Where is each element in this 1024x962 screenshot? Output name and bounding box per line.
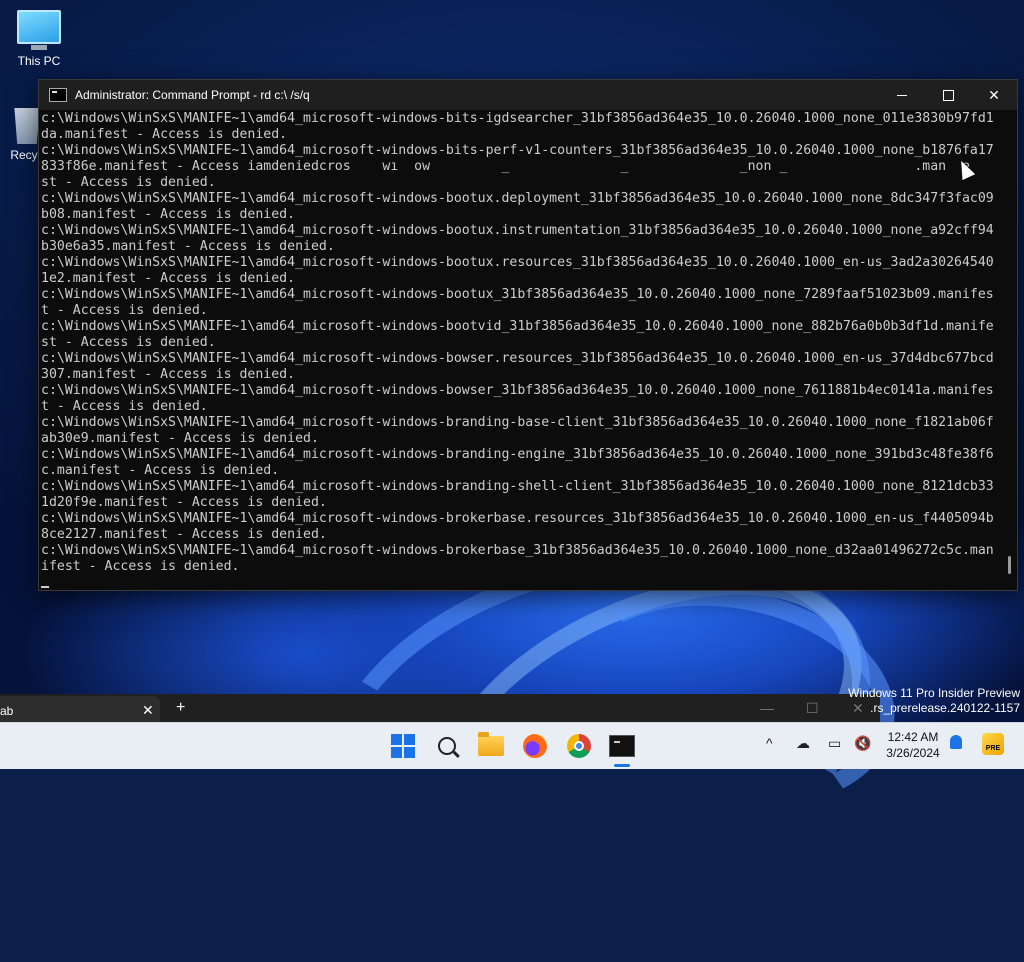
desktop-icon-this-pc[interactable]: This PC xyxy=(4,10,74,68)
console-line: t - Access is denied. xyxy=(41,399,208,414)
console-line: c:\Windows\WinSxS\MANIFE~1\amd64_microso… xyxy=(41,543,994,558)
window-title: Administrator: Command Prompt - rd c:\ /… xyxy=(75,88,310,102)
bg-maximize-button[interactable]: ☐ xyxy=(806,700,819,717)
watermark-line: Windows 11 Pro Insider Preview xyxy=(848,686,1020,700)
new-tab-button[interactable]: + xyxy=(176,699,185,717)
tab-label: ab xyxy=(0,704,14,718)
network-icon[interactable]: ▭ xyxy=(828,735,841,752)
clock-date: 3/26/2024 xyxy=(886,746,940,760)
bg-minimize-button[interactable]: — xyxy=(760,700,774,716)
watermark-line: .rs_prerelease.240122-1157 xyxy=(870,701,1020,715)
console-line: st - Access is denied. xyxy=(41,175,216,190)
chrome-button[interactable] xyxy=(564,731,594,761)
console-line: 833f86e.manifest - Access iamdeniedcros … xyxy=(41,159,970,174)
console-line: c:\Windows\WinSxS\MANIFE~1\amd64_microso… xyxy=(41,191,994,206)
console-line: c:\Windows\WinSxS\MANIFE~1\amd64_microso… xyxy=(41,287,994,302)
console-line: c:\Windows\WinSxS\MANIFE~1\amd64_microso… xyxy=(41,111,994,126)
maximize-button[interactable] xyxy=(925,80,971,110)
tray-overflow-chevron-icon[interactable]: ^ xyxy=(766,735,773,751)
title-bar[interactable]: Administrator: Command Prompt - rd c:\ /… xyxy=(39,80,1017,110)
desktop-icon-label: This PC xyxy=(17,54,61,68)
console-line: c:\Windows\WinSxS\MANIFE~1\amd64_microso… xyxy=(41,351,994,366)
command-prompt-icon xyxy=(609,735,635,757)
console-line: b30e6a35.manifest - Access is denied. xyxy=(41,239,335,254)
console-output[interactable]: c:\Windows\WinSxS\MANIFE~1\amd64_microso… xyxy=(41,111,999,586)
taskbar: ^ ☁ ▭ 🔇 12:42 AM 3/26/2024 PRE xyxy=(0,722,1024,769)
tab-close-icon[interactable]: ✕ xyxy=(142,702,154,719)
close-icon: ✕ xyxy=(988,86,1000,103)
active-app-indicator xyxy=(614,764,630,767)
text-cursor xyxy=(41,586,49,588)
folder-icon xyxy=(478,732,504,756)
console-line: c:\Windows\WinSxS\MANIFE~1\amd64_microso… xyxy=(41,383,994,398)
console-line: c:\Windows\WinSxS\MANIFE~1\amd64_microso… xyxy=(41,223,994,238)
monitor-icon xyxy=(17,10,61,50)
search-icon xyxy=(438,737,456,755)
console-line: c.manifest - Access is denied. xyxy=(41,463,280,478)
notification-bell-icon[interactable] xyxy=(950,735,962,749)
console-line: t - Access is denied. xyxy=(41,303,208,318)
browser-tab[interactable]: ab ✕ xyxy=(0,696,160,724)
console-line: st - Access is denied. xyxy=(41,335,216,350)
minimize-icon xyxy=(897,94,907,96)
console-line: c:\Windows\WinSxS\MANIFE~1\amd64_microso… xyxy=(41,511,994,526)
terminal-taskbar-button[interactable] xyxy=(607,731,637,761)
console-line: 8ce2127.manifest - Access is denied. xyxy=(41,527,327,542)
firefox-button[interactable] xyxy=(520,731,550,761)
console-line: 1e2.manifest - Access is denied. xyxy=(41,271,296,286)
console-line: c:\Windows\WinSxS\MANIFE~1\amd64_microso… xyxy=(41,255,994,270)
console-line: ifest - Access is denied. xyxy=(41,559,240,574)
console-line: c:\Windows\WinSxS\MANIFE~1\amd64_microso… xyxy=(41,447,994,462)
console-line: da.manifest - Access is denied. xyxy=(41,127,288,142)
onedrive-cloud-icon[interactable]: ☁ xyxy=(796,735,810,752)
insider-watermark: Windows 11 Pro Insider Preview .rs_prere… xyxy=(848,686,1020,716)
chrome-icon xyxy=(567,734,591,758)
console-line: 307.manifest - Access is denied. xyxy=(41,367,296,382)
windows-logo-icon xyxy=(391,734,415,758)
console-line: ab30e9.manifest - Access is denied. xyxy=(41,431,319,446)
file-explorer-button[interactable] xyxy=(476,731,506,761)
console-line: c:\Windows\WinSxS\MANIFE~1\amd64_microso… xyxy=(41,143,994,158)
insider-pre-icon[interactable]: PRE xyxy=(982,733,1004,755)
console-line: 1d20f9e.manifest - Access is denied. xyxy=(41,495,327,510)
command-prompt-window[interactable]: Administrator: Command Prompt - rd c:\ /… xyxy=(38,79,1018,591)
search-button[interactable] xyxy=(432,731,462,761)
close-button[interactable]: ✕ xyxy=(971,80,1017,110)
background-window-tabstrip[interactable]: ab ✕ + — ☐ ✕ xyxy=(0,694,880,724)
terminal-icon xyxy=(49,88,67,102)
firefox-icon xyxy=(523,734,547,758)
scrollbar-thumb[interactable] xyxy=(1008,556,1011,574)
maximize-icon xyxy=(942,89,954,101)
system-clock[interactable]: 12:42 AM 3/26/2024 xyxy=(878,729,948,761)
volume-muted-icon[interactable]: 🔇 xyxy=(854,735,871,752)
start-button[interactable] xyxy=(388,731,418,761)
console-line: b08.manifest - Access is denied. xyxy=(41,207,296,222)
console-line: c:\Windows\WinSxS\MANIFE~1\amd64_microso… xyxy=(41,415,994,430)
console-line: c:\Windows\WinSxS\MANIFE~1\amd64_microso… xyxy=(41,319,994,334)
console-line: c:\Windows\WinSxS\MANIFE~1\amd64_microso… xyxy=(41,479,994,494)
minimize-button[interactable] xyxy=(879,80,925,110)
clock-time: 12:42 AM xyxy=(887,730,939,744)
recycle-bin-icon xyxy=(14,108,40,144)
